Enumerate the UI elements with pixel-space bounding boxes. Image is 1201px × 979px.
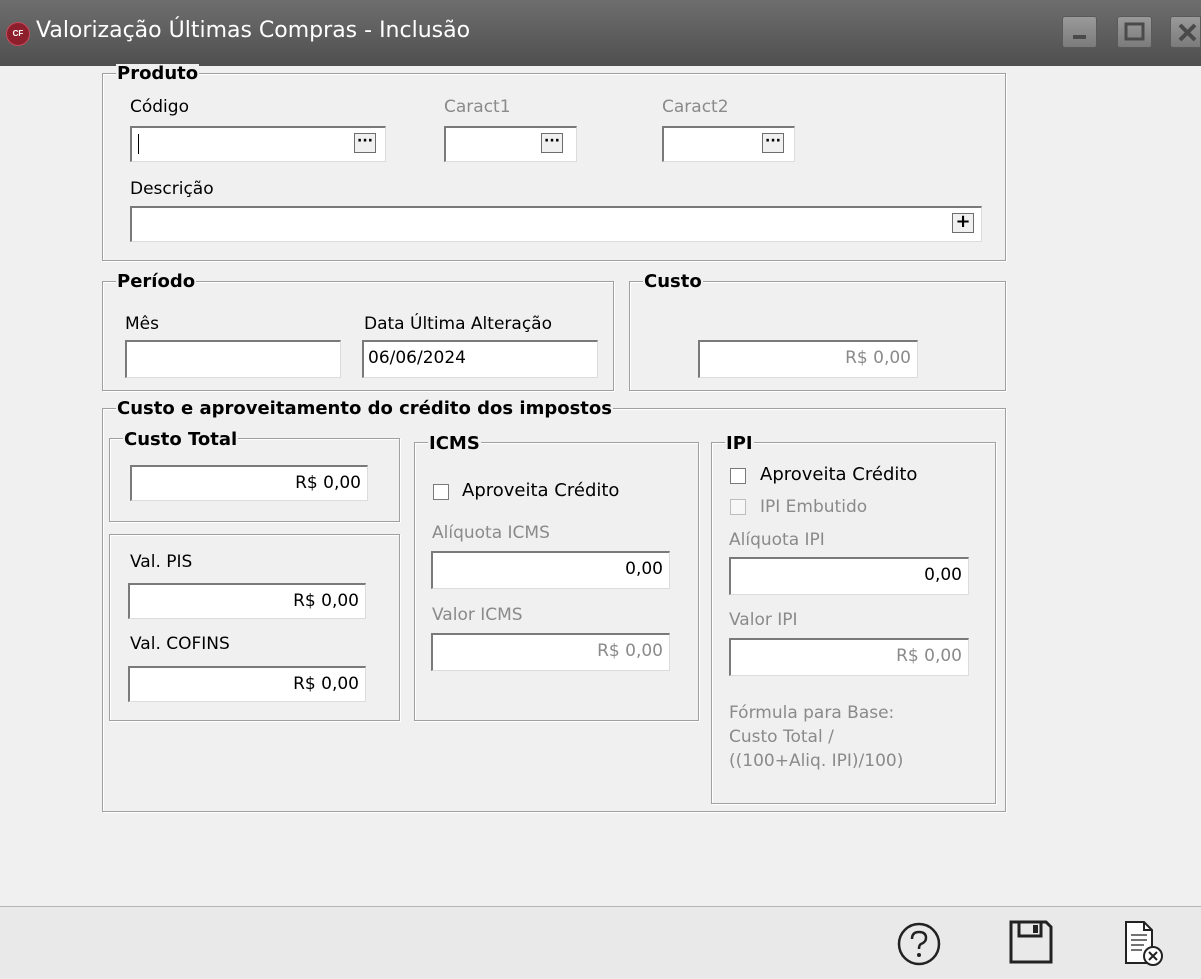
custo-legend: Custo <box>643 271 703 292</box>
descricao-input[interactable] <box>130 206 982 242</box>
pis-input[interactable]: R$ 0,00 <box>128 583 366 619</box>
custo-total-legend: Custo Total <box>123 429 239 450</box>
caract1-label: Caract1 <box>444 97 511 117</box>
help-icon <box>897 922 941 966</box>
minimize-icon <box>1073 35 1086 39</box>
help-button[interactable] <box>896 921 942 967</box>
title-bar: CF Valorização Últimas Compras - Inclusã… <box>0 0 1201 66</box>
ipi-aproveita-checkbox[interactable] <box>730 468 746 484</box>
close-button[interactable] <box>1170 16 1201 48</box>
ipi-legend: IPI <box>725 433 754 454</box>
mes-input[interactable] <box>125 340 341 378</box>
codigo-label: Código <box>130 97 189 117</box>
codigo-input[interactable] <box>130 126 386 162</box>
bottom-toolbar <box>0 906 1201 979</box>
aliquota-ipi-input[interactable]: 0,00 <box>729 557 969 595</box>
impostos-legend: Custo e aproveitamento do crédito dos im… <box>116 398 613 419</box>
custo-total-input[interactable]: R$ 0,00 <box>130 465 368 501</box>
descricao-label: Descrição <box>130 179 214 199</box>
data-ultima-alteracao-label: Data Última Alteração <box>364 314 552 334</box>
valor-icms-label: Valor ICMS <box>432 605 523 625</box>
icms-aproveita-checkbox[interactable] <box>433 484 449 500</box>
formula-line-1: Fórmula para Base: <box>729 703 895 723</box>
cofins-label: Val. COFINS <box>130 634 230 654</box>
caract2-lookup-button[interactable]: ··· <box>762 133 784 153</box>
custo-value-field[interactable]: R$ 0,00 <box>698 340 918 378</box>
produto-legend: Produto <box>116 63 200 84</box>
cancel-button[interactable] <box>1120 919 1166 969</box>
icms-aproveita-label[interactable]: Aproveita Crédito <box>462 480 619 502</box>
app-logo-icon: CF <box>6 22 30 46</box>
cancel-document-icon <box>1125 921 1163 966</box>
formula-line-3: ((100+Aliq. IPI)/100) <box>729 751 904 771</box>
valor-ipi-label: Valor IPI <box>729 610 798 630</box>
data-ultima-alteracao-input[interactable]: 06/06/2024 <box>362 340 598 378</box>
periodo-legend: Período <box>116 271 197 292</box>
valor-ipi-input[interactable]: R$ 0,00 <box>729 638 969 676</box>
save-icon <box>1009 920 1053 964</box>
maximize-icon <box>1124 22 1145 41</box>
caract1-lookup-button[interactable]: ··· <box>541 133 563 153</box>
text-cursor <box>138 134 139 154</box>
pis-label: Val. PIS <box>130 552 193 572</box>
maximize-button[interactable] <box>1117 16 1152 48</box>
save-button[interactable] <box>1008 919 1054 965</box>
minimize-button[interactable] <box>1062 16 1097 48</box>
valor-icms-input[interactable]: R$ 0,00 <box>431 633 670 671</box>
codigo-lookup-button[interactable]: ··· <box>354 133 376 153</box>
ipi-embutido-checkbox[interactable] <box>730 499 746 515</box>
aliquota-ipi-label: Alíquota IPI <box>729 530 825 550</box>
descricao-expand-button[interactable]: + <box>952 213 974 233</box>
ipi-embutido-label[interactable]: IPI Embutido <box>760 496 867 518</box>
icms-legend: ICMS <box>428 433 481 454</box>
ipi-aproveita-label[interactable]: Aproveita Crédito <box>760 464 917 486</box>
formula-line-2: Custo Total / <box>729 727 834 747</box>
cofins-input[interactable]: R$ 0,00 <box>128 666 366 702</box>
aliquota-icms-input[interactable]: 0,00 <box>431 551 670 589</box>
aliquota-icms-label: Alíquota ICMS <box>432 523 550 543</box>
window-title: Valorização Últimas Compras - Inclusão <box>36 18 471 43</box>
caract2-label: Caract2 <box>662 97 729 117</box>
close-icon <box>1178 23 1197 42</box>
mes-label: Mês <box>125 314 159 334</box>
